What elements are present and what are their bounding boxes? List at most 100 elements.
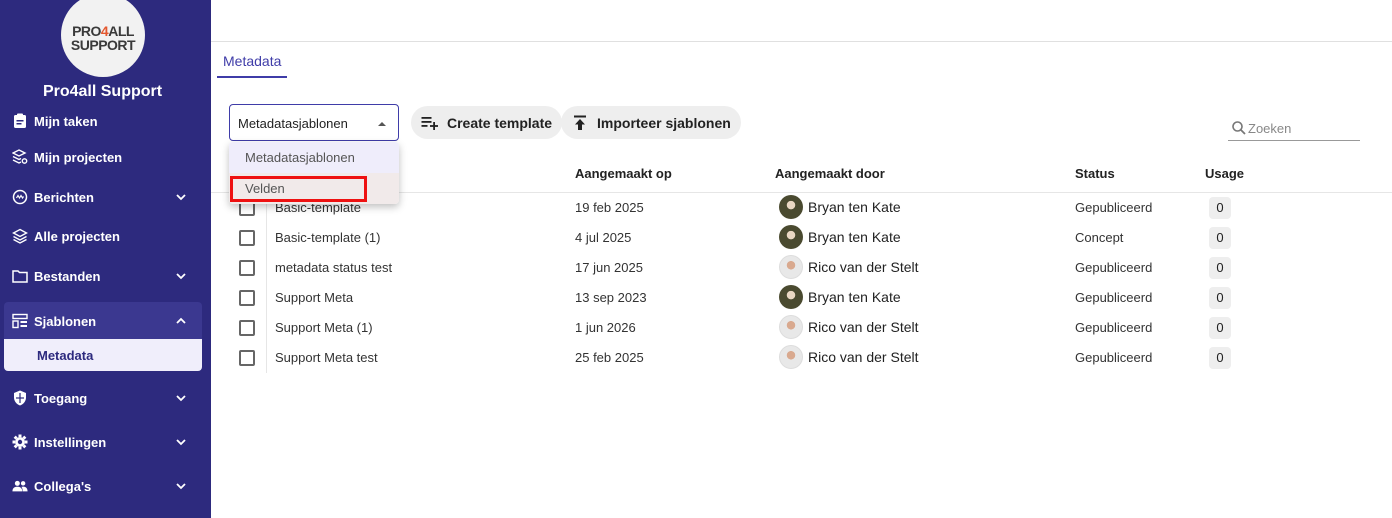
table-row[interactable]: Support Meta test 25 feb 2025 Rico van d…: [229, 343, 1392, 373]
chevron-down-icon: [176, 439, 186, 446]
sidebar-item-label: Mijn taken: [34, 113, 98, 129]
avatar: [779, 255, 803, 279]
column-divider: [266, 283, 267, 313]
created-date: 17 jun 2025: [575, 260, 643, 275]
column-divider: [266, 223, 267, 253]
import-templates-button[interactable]: Importeer sjablonen: [561, 106, 741, 139]
sidebar-item-sjablonen[interactable]: Sjablonen: [4, 302, 202, 340]
gear-icon: [12, 434, 28, 450]
upload-icon: [571, 114, 589, 132]
template-name: Support Meta (1): [275, 320, 373, 335]
dropdown-option-metadatasjablonen[interactable]: Metadatasjablonen: [229, 142, 399, 173]
select-value: Metadatasjablonen: [238, 116, 348, 131]
status-text: Gepubliceerd: [1075, 320, 1153, 335]
dropdown-option-velden[interactable]: Velden: [229, 173, 399, 204]
create-template-button[interactable]: Create template: [411, 106, 563, 139]
sidebar: PRO4ALL SUPPORT Pro4all Support Mijn tak…: [0, 0, 211, 518]
org-name: Pro4all Support: [42, 83, 163, 100]
chevron-down-icon: [176, 483, 186, 490]
template-name: metadata status test: [275, 260, 393, 275]
table-row[interactable]: Support Meta (1) 1 jun 2026 Rico van der…: [229, 313, 1392, 343]
avatar: [779, 345, 803, 369]
column-header-aangemaakt-op[interactable]: Aangemaakt op: [575, 166, 672, 181]
table-row[interactable]: Basic-template (1) 4 jul 2025 Bryan ten …: [229, 223, 1392, 253]
sidebar-item-mijn-projecten[interactable]: Mijn projecten: [4, 141, 202, 173]
search-field[interactable]: Zoeken: [1228, 116, 1360, 141]
avatar: [779, 225, 803, 249]
sidebar-item-mijn-taken[interactable]: Mijn taken: [4, 105, 202, 137]
shield-icon: [12, 390, 28, 406]
sidebar-item-label: Sjablonen: [34, 313, 97, 329]
chevron-up-icon: [176, 317, 186, 324]
sidebar-item-label: Collega's: [34, 478, 92, 494]
created-date: 4 jul 2025: [575, 230, 632, 245]
created-by: Bryan ten Kate: [779, 195, 901, 219]
created-by: Rico van der Stelt: [779, 345, 919, 369]
column-header-status[interactable]: Status: [1075, 166, 1115, 181]
column-header-aangemaakt-door[interactable]: Aangemaakt door: [775, 166, 885, 181]
sidebar-item-alle-projecten[interactable]: Alle projecten: [4, 220, 202, 252]
status-text: Gepubliceerd: [1075, 200, 1153, 215]
template-name: Support Meta test: [275, 350, 378, 365]
created-by: Rico van der Stelt: [779, 255, 919, 279]
created-date: 25 feb 2025: [575, 350, 644, 365]
column-divider: [266, 253, 267, 283]
layers-gear-icon: [12, 149, 28, 165]
avatar: [779, 195, 803, 219]
tab-metadata[interactable]: Metadata: [217, 45, 288, 78]
sidebar-item-label: Berichten: [34, 189, 94, 205]
folder-icon: [12, 268, 28, 284]
caret-up-icon: [378, 122, 386, 126]
created-date: 1 jun 2026: [575, 320, 636, 335]
sidebar-item-toegang[interactable]: Toegang: [4, 382, 202, 414]
sidebar-item-label: Alle projecten: [34, 228, 120, 244]
usage-badge: 0: [1209, 317, 1231, 339]
row-checkbox[interactable]: [239, 320, 255, 336]
table-row[interactable]: metadata status test 17 jun 2025 Rico va…: [229, 253, 1392, 283]
playlist-add-icon: [421, 114, 439, 132]
created-by: Bryan ten Kate: [779, 285, 901, 309]
status-text: Gepubliceerd: [1075, 260, 1153, 275]
row-checkbox[interactable]: [239, 260, 255, 276]
table-row[interactable]: Support Meta 13 sep 2023 Bryan ten Kate …: [229, 283, 1392, 313]
sidebar-item-label: Toegang: [34, 390, 88, 406]
sidebar-item-instellingen[interactable]: Instellingen: [4, 426, 202, 458]
row-checkbox[interactable]: [239, 290, 255, 306]
avatar: [779, 285, 803, 309]
row-checkbox[interactable]: [239, 350, 255, 366]
avatar: [779, 315, 803, 339]
usage-badge: 0: [1209, 227, 1231, 249]
created-date: 19 feb 2025: [575, 200, 644, 215]
chevron-down-icon: [176, 194, 186, 201]
sidebar-item-berichten[interactable]: Berichten: [4, 181, 202, 213]
sidebar-item-label: Mijn projecten: [34, 149, 123, 165]
column-header-usage[interactable]: Usage: [1205, 166, 1244, 181]
status-text: Concept: [1075, 230, 1124, 245]
people-icon: [12, 478, 28, 494]
search-icon: [1232, 121, 1246, 135]
create-template-label: Create template: [447, 114, 553, 131]
template-name: Support Meta: [275, 290, 354, 305]
template-name: Basic-template (1): [275, 230, 381, 245]
org-logo[interactable]: PRO4ALL SUPPORT: [61, 0, 145, 77]
created-by: Rico van der Stelt: [779, 315, 919, 339]
column-divider: [266, 313, 267, 343]
sidebar-item-collegas[interactable]: Collega's: [4, 470, 202, 502]
status-text: Gepubliceerd: [1075, 350, 1153, 365]
sidebar-subitem-metadata[interactable]: Metadata: [4, 339, 202, 371]
usage-badge: 0: [1209, 287, 1231, 309]
created-date: 13 sep 2023: [575, 290, 647, 305]
template-type-select[interactable]: Metadatasjablonen: [229, 104, 399, 141]
search-placeholder: Zoeken: [1248, 120, 1292, 136]
usage-badge: 0: [1209, 257, 1231, 279]
chevron-down-icon: [176, 273, 186, 280]
sidebar-item-label: Instellingen: [34, 434, 107, 450]
row-checkbox[interactable]: [239, 230, 255, 246]
message-icon: [12, 189, 28, 205]
app-root: PRO4ALL SUPPORT Pro4all Support Mijn tak…: [0, 0, 1392, 518]
column-divider: [266, 343, 267, 373]
template-type-dropdown: Metadatasjablonen Velden: [229, 142, 399, 204]
table-row[interactable]: Basic-template 19 feb 2025 Bryan ten Kat…: [229, 193, 1392, 223]
template-icon: [12, 313, 28, 329]
sidebar-item-bestanden[interactable]: Bestanden: [4, 260, 202, 292]
